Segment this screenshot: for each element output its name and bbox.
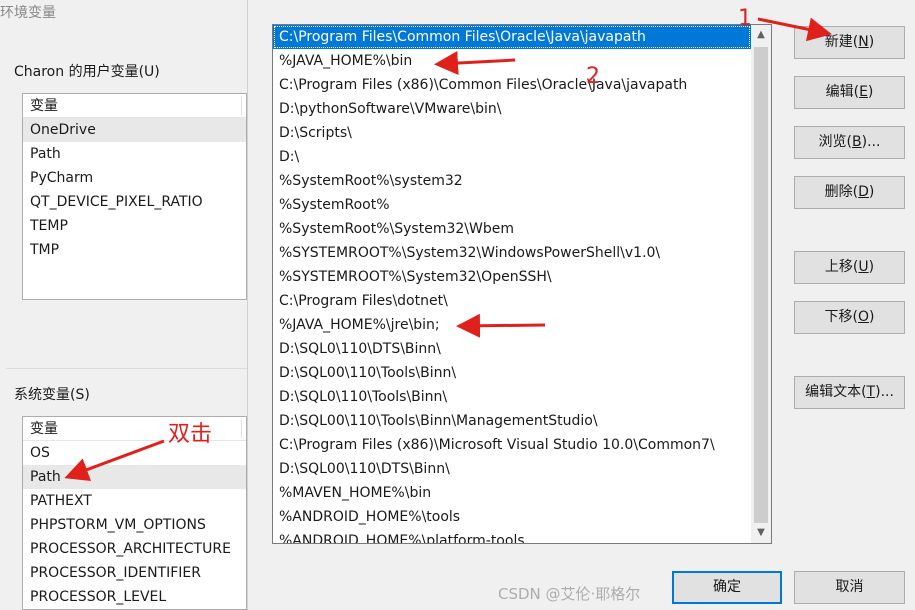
- scroll-up-arrow-icon[interactable]: ▲: [751, 25, 771, 45]
- user-var-row[interactable]: QT_DEVICE_PIXEL_RATIO: [23, 190, 246, 214]
- delete-button-end: ): [868, 184, 875, 200]
- edit-text-button-end: )...: [875, 384, 894, 400]
- path-entry[interactable]: D:\: [273, 145, 751, 169]
- path-rows: C:\Program Files\Common Files\Oracle\Jav…: [273, 25, 771, 543]
- delete-button[interactable]: 删除(D): [794, 176, 905, 209]
- path-entry[interactable]: %SYSTEMROOT%\System32\WindowsPowerShell\…: [273, 241, 751, 265]
- path-entry[interactable]: %SystemRoot%: [273, 193, 751, 217]
- new-button-end: ): [868, 34, 875, 50]
- dialog-title: 环境变量: [0, 5, 56, 21]
- annotation-label-2: 2: [586, 64, 600, 89]
- system-var-row[interactable]: PROCESSOR_LEVEL: [23, 585, 246, 609]
- path-entry[interactable]: %ANDROID_HOME%\tools: [273, 505, 751, 529]
- move-down-button-key: O: [857, 309, 870, 325]
- edit-button[interactable]: 编辑(E): [794, 76, 905, 109]
- path-entry[interactable]: %MAVEN_HOME%\bin: [273, 481, 751, 505]
- move-down-button[interactable]: 下移(O): [794, 301, 905, 334]
- watermark: CSDN @艾伦·耶格尔: [498, 585, 641, 603]
- move-down-button-end: ): [869, 309, 875, 325]
- env-vars-dialog: 环境变量 Charon 的用户变量(U) 变量 OneDrive Path Py…: [0, 0, 247, 610]
- edit-text-button-key: T: [866, 384, 876, 400]
- path-entry[interactable]: C:\Program Files\dotnet\: [273, 289, 751, 313]
- scroll-thumb[interactable]: [754, 47, 768, 523]
- path-entry[interactable]: %SystemRoot%\system32: [273, 169, 751, 193]
- group-divider: [6, 368, 247, 369]
- move-up-button-end: ): [868, 259, 875, 275]
- browse-button-key: B: [852, 134, 862, 150]
- new-button-label: 新建(: [824, 34, 859, 50]
- move-up-button-label: 上移(: [824, 259, 859, 275]
- system-var-row[interactable]: PROCESSOR_IDENTIFIER: [23, 561, 246, 585]
- ok-button[interactable]: 确定: [672, 571, 782, 604]
- annotation-double-click: 双击: [168, 422, 213, 447]
- path-entry[interactable]: %JAVA_HOME%\bin: [273, 49, 751, 73]
- new-button-key: N: [858, 34, 869, 50]
- path-entry[interactable]: %ANDROID_HOME%\platform-tools: [273, 529, 751, 543]
- path-entry[interactable]: D:\SQL00\110\DTS\Binn\: [273, 457, 751, 481]
- system-var-row[interactable]: PROCESSOR_ARCHITECTURE: [23, 537, 246, 561]
- browse-button-label: 浏览(: [818, 134, 853, 150]
- scroll-down-arrow-icon[interactable]: ▼: [751, 523, 771, 543]
- path-entry[interactable]: D:\SQL00\110\Tools\Binn\ManagementStudio…: [273, 409, 751, 433]
- edit-button-label: 编辑(: [825, 84, 860, 100]
- system-var-row-path[interactable]: Path: [23, 465, 246, 489]
- user-vars-header[interactable]: 变量: [23, 94, 246, 118]
- delete-button-label: 删除(: [824, 184, 859, 200]
- edit-button-end: ): [867, 84, 874, 100]
- path-entry[interactable]: C:\Program Files (x86)\Common Files\Orac…: [273, 73, 751, 97]
- new-button[interactable]: 新建(N): [794, 26, 905, 59]
- browse-button-end: )...: [861, 134, 881, 150]
- vertical-scrollbar[interactable]: ▲ ▼: [751, 25, 771, 543]
- system-var-row[interactable]: OS: [23, 441, 246, 465]
- system-vars-header[interactable]: 变量: [23, 417, 246, 441]
- user-vars-label: Charon 的用户变量(U): [14, 64, 160, 80]
- path-entry[interactable]: %JAVA_HOME%\jre\bin;: [273, 313, 751, 337]
- move-up-button[interactable]: 上移(U): [794, 251, 905, 284]
- edit-button-key: E: [859, 84, 868, 100]
- path-entry[interactable]: C:\Program Files (x86)\Microsoft Visual …: [273, 433, 751, 457]
- move-up-button-key: U: [858, 259, 869, 275]
- system-vars-list[interactable]: 变量 OS Path PATHEXT PHPSTORM_VM_OPTIONS P…: [22, 416, 247, 610]
- path-entry[interactable]: C:\Program Files\Common Files\Oracle\Jav…: [273, 25, 751, 49]
- user-var-row[interactable]: Path: [23, 142, 246, 166]
- path-entry[interactable]: D:\SQL0\110\DTS\Binn\: [273, 337, 751, 361]
- path-entry[interactable]: %SystemRoot%\System32\Wbem: [273, 217, 751, 241]
- system-var-row[interactable]: PATHEXT: [23, 489, 246, 513]
- edit-text-button[interactable]: 编辑文本(T)...: [794, 376, 905, 409]
- browse-button[interactable]: 浏览(B)...: [794, 126, 905, 159]
- path-entry[interactable]: D:\SQL00\110\Tools\Binn\: [273, 361, 751, 385]
- path-entry[interactable]: D:\SQL0\110\Tools\Binn\: [273, 385, 751, 409]
- edit-path-dialog: C:\Program Files\Common Files\Oracle\Jav…: [247, 0, 915, 610]
- user-var-row[interactable]: TEMP: [23, 214, 246, 238]
- annotation-label-1: 1: [738, 6, 752, 31]
- cancel-button[interactable]: 取消: [794, 571, 905, 604]
- user-var-row[interactable]: OneDrive: [23, 118, 246, 142]
- user-vars-list[interactable]: 变量 OneDrive Path PyCharm QT_DEVICE_PIXEL…: [22, 93, 247, 300]
- path-entry[interactable]: %SYSTEMROOT%\System32\OpenSSH\: [273, 265, 751, 289]
- path-entry[interactable]: D:\pythonSoftware\VMware\bin\: [273, 97, 751, 121]
- system-var-row[interactable]: PHPSTORM_VM_OPTIONS: [23, 513, 246, 537]
- edit-text-button-label: 编辑文本(: [805, 384, 867, 400]
- system-vars-label: 系统变量(S): [14, 387, 90, 403]
- delete-button-key: D: [858, 184, 869, 200]
- path-entry[interactable]: D:\Scripts\: [273, 121, 751, 145]
- path-list[interactable]: C:\Program Files\Common Files\Oracle\Jav…: [272, 24, 772, 544]
- move-down-button-label: 下移(: [824, 309, 858, 325]
- user-var-row[interactable]: TMP: [23, 238, 246, 262]
- user-var-row[interactable]: PyCharm: [23, 166, 246, 190]
- screen: 环境变量 Charon 的用户变量(U) 变量 OneDrive Path Py…: [0, 0, 915, 610]
